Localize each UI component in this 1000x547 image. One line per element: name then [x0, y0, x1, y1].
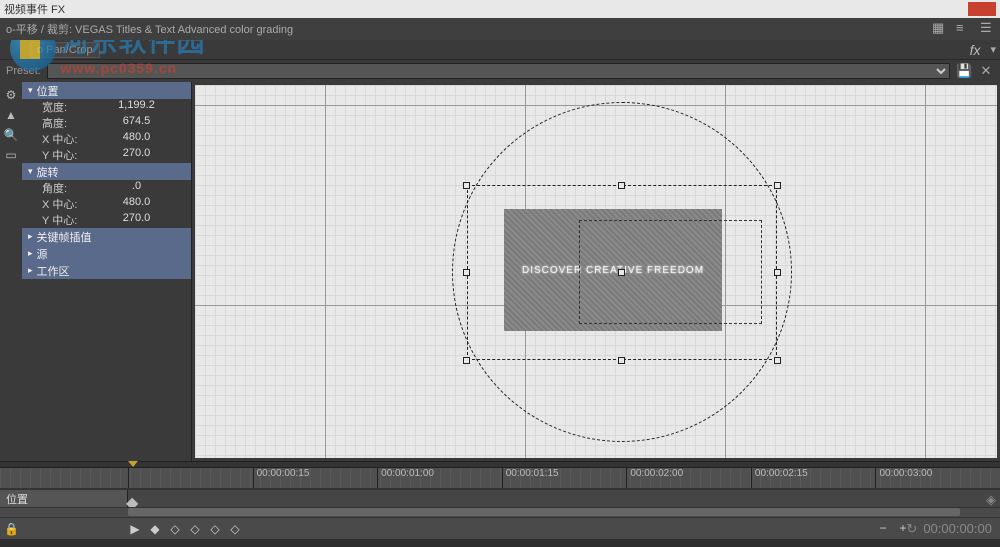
ruler-tick: 00:00:00:15 [253, 468, 378, 488]
preset-delete-icon[interactable]: ✕ [978, 63, 994, 79]
handle-ml[interactable] [463, 269, 470, 276]
group-source[interactable]: ▸源 [22, 245, 191, 262]
ruler-tick: 00:00:02:15 [751, 468, 876, 488]
handle-center[interactable] [618, 269, 625, 276]
first-keyframe-button[interactable]: ◆ [148, 522, 162, 536]
timeline-area: 00:00:00:15 00:00:01:00 00:00:01:15 00:0… [0, 461, 1000, 527]
tool-strip: ⚙ ▲ 🔍 ▭ [0, 82, 22, 461]
prop-ycenter[interactable]: Y 中心:270.0 [22, 147, 191, 163]
expand-icon: ▸ [28, 248, 33, 259]
ruler-tick: 00:00:01:00 [377, 468, 502, 488]
last-keyframe-button[interactable]: ◇ [228, 522, 242, 536]
sync-cursor-icon[interactable]: ◈ [986, 492, 996, 508]
time-readout: ↻00:00:00:00 [906, 521, 992, 537]
track-body[interactable]: ◆ ◈ [128, 490, 1000, 507]
fx-breadcrumb-bar: o-平移 / 裁剪: VEGAS Titles & Text Advanced … [0, 18, 1000, 40]
group-position[interactable]: ▾位置 [22, 82, 191, 99]
properties-panel: ▾位置 宽度:1,199.2 高度:674.5 X 中心:480.0 Y 中心:… [22, 82, 192, 461]
preset-save-icon[interactable]: 💾 [956, 63, 972, 79]
canvas-viewport[interactable]: DISCOVER CREATIVE FREEDOM [192, 82, 1000, 461]
add-keyframe-button[interactable]: ◇ [188, 522, 202, 536]
next-keyframe-button[interactable]: ◇ [208, 522, 222, 536]
zoom-out-icon[interactable]: − [876, 521, 890, 535]
details-view-icon[interactable]: ☰ [980, 20, 994, 34]
pan-crop-chain-item[interactable]: o Pan/Crop [30, 42, 100, 58]
handle-bl[interactable] [463, 357, 470, 364]
expand-icon: ▸ [28, 265, 33, 276]
prop-width[interactable]: 宽度:1,199.2 [22, 99, 191, 115]
time-ruler[interactable]: 00:00:00:15 00:00:01:00 00:00:01:15 00:0… [0, 467, 1000, 489]
expand-icon: ▸ [28, 231, 33, 242]
handle-tl[interactable] [463, 182, 470, 189]
prop-angle[interactable]: 角度:.0 [22, 180, 191, 196]
zoom-tool-icon[interactable]: 🔍 [2, 126, 20, 144]
titlebar: 视频事件 FX [0, 0, 1000, 18]
handle-tr[interactable] [774, 182, 781, 189]
main-split: ⚙ ▲ 🔍 ▭ ▾位置 宽度:1,199.2 高度:674.5 X 中心:480… [0, 82, 1000, 461]
fx-chain-row: o Pan/Crop fx ▾ [0, 40, 1000, 60]
handle-tc[interactable] [618, 182, 625, 189]
prop-height[interactable]: 高度:674.5 [22, 115, 191, 131]
preset-label: Preset: [6, 65, 41, 77]
track-row[interactable]: 位置 ◆ ◈ [0, 489, 1000, 507]
chain-dropdown-icon[interactable]: ▾ [990, 43, 996, 56]
arrow-tool-icon[interactable]: ▲ [2, 106, 20, 124]
timeline-scrollbar[interactable] [0, 507, 1000, 517]
play-button[interactable]: ▶ [128, 522, 142, 536]
handle-br[interactable] [774, 357, 781, 364]
prev-keyframe-button[interactable]: ◇ [168, 522, 182, 536]
group-rotation[interactable]: ▾旋转 [22, 163, 191, 180]
track-label: 位置 [0, 490, 128, 507]
scrollbar-thumb[interactable] [128, 508, 960, 516]
collapse-icon: ▾ [28, 85, 33, 96]
prop-xcenter[interactable]: X 中心:480.0 [22, 131, 191, 147]
group-keyframe[interactable]: ▸关键帧插值 [22, 228, 191, 245]
handle-mr[interactable] [774, 269, 781, 276]
handle-bc[interactable] [618, 357, 625, 364]
lock-icon[interactable]: 🔒 [4, 522, 18, 536]
ruler-tick: 00:00:03:00 [875, 468, 1000, 488]
crop-tool-icon[interactable]: ▭ [2, 146, 20, 164]
fx-breadcrumb[interactable]: o-平移 / 裁剪: VEGAS Titles & Text Advanced … [6, 21, 293, 37]
settings-tool-icon[interactable]: ⚙ [2, 86, 20, 104]
loop-icon[interactable]: ↻ [906, 521, 917, 536]
list-view-icon[interactable]: ≡ [956, 20, 970, 34]
prop-rot-xcenter[interactable]: X 中心:480.0 [22, 196, 191, 212]
collapse-icon: ▾ [28, 166, 33, 177]
fx-view-icons: ▦ ≡ ☰ [932, 20, 994, 40]
group-workspace[interactable]: ▸工作区 [22, 262, 191, 279]
preset-select[interactable] [47, 63, 950, 79]
fx-label: fx [970, 42, 981, 58]
ruler-tick: 00:00:01:15 [502, 468, 627, 488]
ruler-tick: 00:00:02:00 [626, 468, 751, 488]
close-button[interactable] [968, 2, 996, 16]
preset-row: Preset: 💾 ✕ [0, 60, 1000, 82]
ruler-tick [128, 468, 253, 488]
prop-rot-ycenter[interactable]: Y 中心:270.0 [22, 212, 191, 228]
window-title: 视频事件 FX [4, 1, 65, 17]
timeline-controls: 🔒 ▶ ◆ ◇ ◇ ◇ ◇ − + ↻00:00:00:00 [0, 517, 1000, 539]
grid-view-icon[interactable]: ▦ [932, 20, 946, 34]
